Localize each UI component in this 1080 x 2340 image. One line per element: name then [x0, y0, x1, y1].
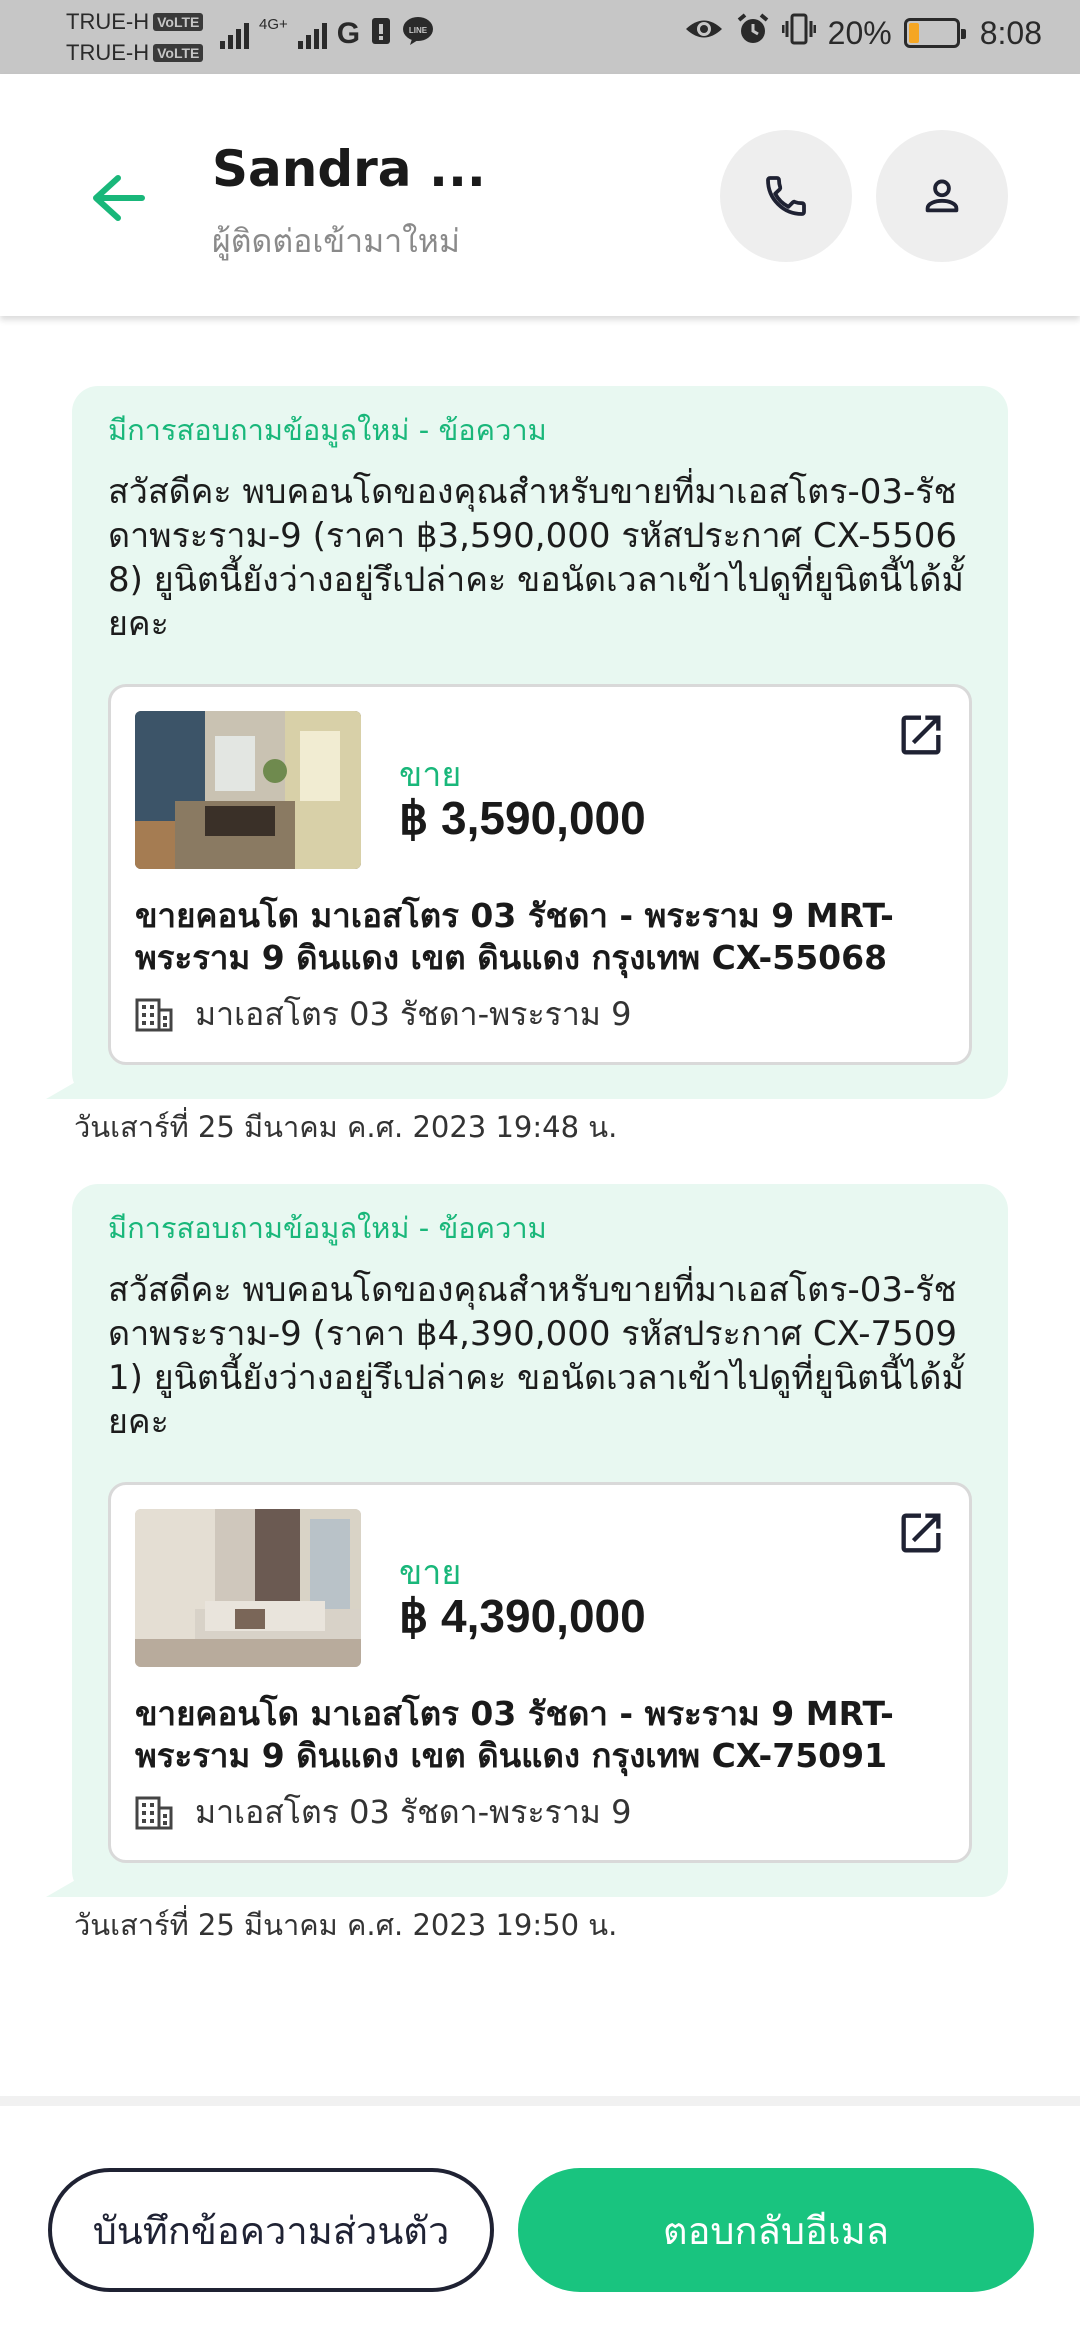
listing-photo	[135, 1509, 361, 1667]
battery-percent: 20%	[827, 14, 892, 51]
phone-icon	[766, 176, 806, 216]
eye-icon	[684, 14, 724, 52]
listing-card[interactable]: ขาย ฿ 4,390,000 ขายคอนโด มาเอสโตร 03 รัช…	[108, 1482, 972, 1863]
profile-button[interactable]	[876, 130, 1008, 262]
open-external-icon[interactable]	[895, 709, 947, 761]
reply-email-button[interactable]: ตอบกลับอีเมล	[518, 2168, 1034, 2292]
listing-project: มาเอสโตร 03 รัชดา-พระราม 9	[195, 1793, 632, 1831]
carrier-2: TRUE-H	[66, 40, 150, 65]
carrier-info: TRUE-H VoLTE TRUE-H VoLTE	[66, 6, 204, 68]
signal-icon	[220, 19, 249, 49]
building-icon	[135, 998, 173, 1031]
listing-location: มาเอสโตร 03 รัชดา-พระราม 9	[135, 989, 945, 1040]
clock: 8:08	[979, 14, 1042, 51]
person-icon	[925, 179, 959, 213]
conversation-header: Sandra ... ผู้ติดต่อเข้ามาใหม่	[0, 74, 1080, 316]
sim-icon	[370, 16, 392, 52]
contact-name: Sandra ...	[212, 140, 486, 198]
back-button[interactable]	[86, 166, 150, 230]
message-text: สวัสดีคะ พบคอนโดของคุณสำหรับขายที่มาเอสโ…	[108, 472, 964, 644]
listing-location: มาเอสโตร 03 รัชดา-พระราม 9	[135, 1787, 945, 1838]
volte-badge: VoLTE	[153, 44, 204, 62]
message-timestamp: วันเสาร์ที่ 25 มีนาคม ค.ศ. 2023 19:48 น.	[74, 1110, 618, 1144]
svg-text:LINE: LINE	[409, 26, 428, 35]
volte-badge: VoLTE	[153, 13, 204, 31]
status-left-icons: 4G+ G LINE	[220, 16, 434, 52]
status-right: 20% 8:08	[684, 12, 1042, 54]
back-arrow-icon	[93, 175, 145, 221]
call-button[interactable]	[720, 130, 852, 262]
status-bar: TRUE-H VoLTE TRUE-H VoLTE 4G+ G LINE 20% 8…	[0, 0, 1080, 74]
carrier-1: TRUE-H	[66, 9, 150, 34]
listing-title: ขายคอนโด มาเอสโตร 03 รัชดา - พระราม 9 MR…	[135, 896, 894, 977]
line-icon: LINE	[402, 16, 434, 52]
battery-icon	[903, 18, 966, 48]
listing-price: ฿ 3,590,000	[399, 792, 646, 844]
message-bubble: มีการสอบถามข้อมูลใหม่ - ข้อความ สวัสดีคะ…	[46, 386, 1008, 1099]
message-list[interactable]: มีการสอบถามข้อมูลใหม่ - ข้อความ สวัสดีคะ…	[0, 316, 1080, 2096]
listing-price: ฿ 4,390,000	[399, 1590, 646, 1642]
listing-card[interactable]: ขาย ฿ 3,590,000 ขายคอนโด มาเอสโตร 03 รัช…	[108, 684, 972, 1065]
open-external-icon[interactable]	[895, 1507, 947, 1559]
alarm-icon	[736, 12, 770, 54]
building-icon	[135, 1796, 173, 1829]
contact-subtitle: ผู้ติดต่อเข้ามาใหม่	[212, 222, 460, 260]
message-bubble: มีการสอบถามข้อมูลใหม่ - ข้อความ สวัสดีคะ…	[46, 1184, 1008, 1897]
private-note-button[interactable]: บันทึกข้อความส่วนตัว	[48, 2168, 494, 2292]
message-text: สวัสดีคะ พบคอนโดของคุณสำหรับขายที่มาเอสโ…	[108, 1270, 964, 1442]
listing-title: ขายคอนโด มาเอสโตร 03 รัชดา - พระราม 9 MR…	[135, 1694, 894, 1775]
action-bar: บันทึกข้อความส่วนตัว ตอบกลับอีเมล	[0, 2096, 1080, 2340]
signal-icon	[297, 19, 327, 49]
message-title: มีการสอบถามข้อมูลใหม่ - ข้อความ	[108, 1211, 547, 1245]
network-type: 4G+	[259, 16, 288, 33]
listing-project: มาเอสโตร 03 รัชดา-พระราม 9	[195, 995, 632, 1033]
listing-photo	[135, 711, 361, 869]
message-title: มีการสอบถามข้อมูลใหม่ - ข้อความ	[108, 413, 547, 447]
battery-fill	[908, 23, 919, 43]
vibrate-icon	[781, 12, 817, 54]
g-icon: G	[336, 17, 361, 50]
message-timestamp: วันเสาร์ที่ 25 มีนาคม ค.ศ. 2023 19:50 น.	[74, 1908, 618, 1942]
